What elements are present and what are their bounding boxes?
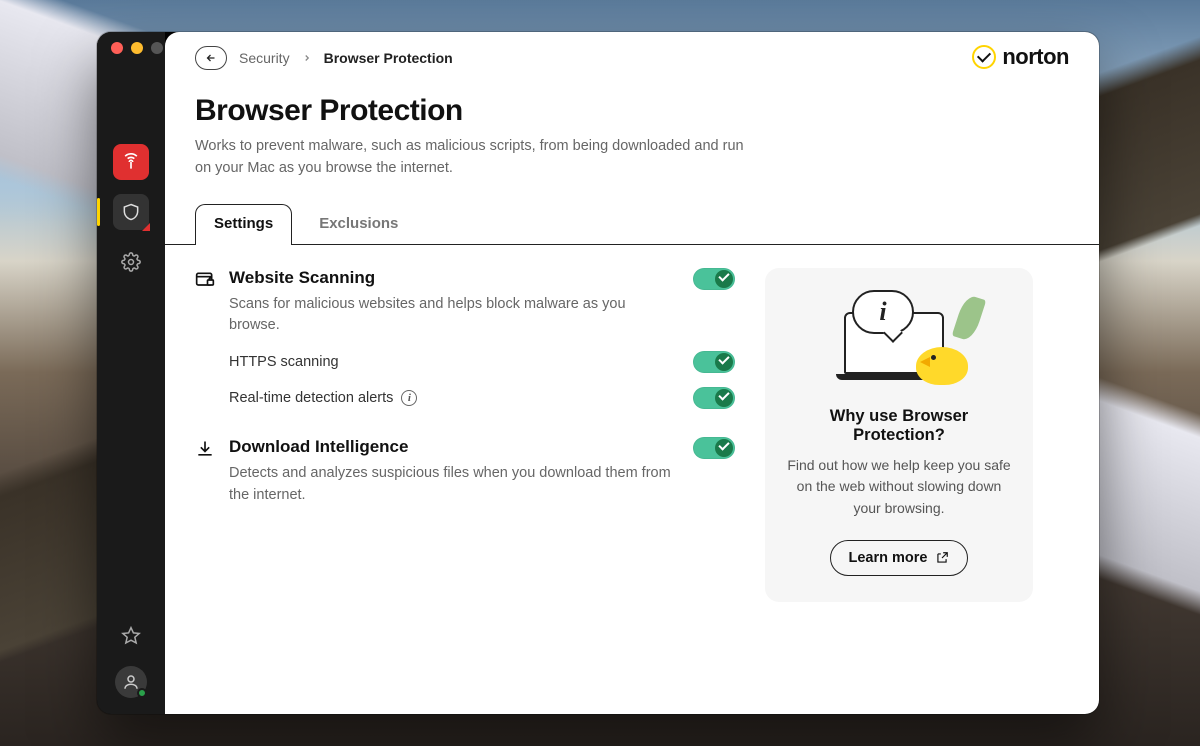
info-icon[interactable]: i xyxy=(401,390,417,406)
page-title: Browser Protection xyxy=(195,94,1069,128)
external-link-icon xyxy=(935,551,949,565)
close-window-button[interactable] xyxy=(111,42,123,54)
sub-setting-realtime: Real-time detection alerts i xyxy=(229,387,735,409)
learn-more-button[interactable]: Learn more xyxy=(830,540,969,576)
window-controls xyxy=(111,42,163,54)
tab-divider xyxy=(165,244,1099,246)
sidebar-item-settings[interactable] xyxy=(113,244,149,280)
gear-icon xyxy=(121,252,141,272)
sidebar-item-alerts[interactable] xyxy=(113,144,149,180)
browser-lock-icon xyxy=(195,270,215,290)
toggle-https-scanning[interactable] xyxy=(693,351,735,373)
tabs: Settings Exclusions xyxy=(165,204,1099,244)
header: Security Browser Protection norton xyxy=(165,32,1099,70)
info-card-text: Find out how we help keep you safe on th… xyxy=(787,455,1011,520)
fullscreen-window-button[interactable] xyxy=(151,42,163,54)
alert-indicator-icon xyxy=(142,223,150,231)
breadcrumb-current: Browser Protection xyxy=(324,50,453,66)
info-illustration: i xyxy=(824,294,974,389)
setting-title: Download Intelligence xyxy=(229,437,679,457)
sub-setting-https: HTTPS scanning xyxy=(229,351,735,373)
breadcrumb: Security Browser Protection xyxy=(195,46,1069,70)
shield-icon xyxy=(121,202,141,222)
user-icon xyxy=(122,673,140,691)
setting-title: Website Scanning xyxy=(229,268,679,288)
learn-more-label: Learn more xyxy=(849,550,928,566)
antenna-icon xyxy=(121,152,141,172)
sidebar-item-security[interactable] xyxy=(113,194,149,230)
back-button[interactable] xyxy=(195,46,227,70)
toggle-realtime-alerts[interactable] xyxy=(693,387,735,409)
settings-panel: Website Scanning Scans for malicious web… xyxy=(195,268,735,685)
tab-exclusions[interactable]: Exclusions xyxy=(300,204,417,244)
info-card: i Why use Browser Protection? Find out h… xyxy=(765,268,1033,602)
setting-download-intelligence: Download Intelligence Detects and analyz… xyxy=(195,437,735,507)
toggle-website-scanning[interactable] xyxy=(693,268,735,290)
status-dot-icon xyxy=(137,688,147,698)
arrow-left-icon xyxy=(204,52,218,64)
toggle-download-intelligence[interactable] xyxy=(693,437,735,459)
brand-logo: norton xyxy=(972,44,1069,70)
app-window: Security Browser Protection norton Brows… xyxy=(97,32,1099,714)
sub-setting-label: Real-time detection alerts xyxy=(229,390,393,406)
download-icon xyxy=(195,439,215,459)
sidebar-item-favorites[interactable] xyxy=(113,618,149,654)
info-card-title: Why use Browser Protection? xyxy=(787,407,1011,445)
account-button[interactable] xyxy=(115,666,147,698)
brand-name: norton xyxy=(1002,44,1069,70)
star-icon xyxy=(121,626,141,646)
chevron-right-icon xyxy=(302,50,312,66)
setting-desc: Scans for malicious websites and helps b… xyxy=(229,294,679,338)
sidebar xyxy=(97,32,165,714)
norton-check-icon xyxy=(972,45,996,69)
setting-desc: Detects and analyzes suspicious files wh… xyxy=(229,463,679,507)
minimize-window-button[interactable] xyxy=(131,42,143,54)
tab-settings[interactable]: Settings xyxy=(195,204,292,244)
setting-website-scanning: Website Scanning Scans for malicious web… xyxy=(195,268,735,410)
breadcrumb-parent[interactable]: Security xyxy=(239,50,290,66)
main-content: Security Browser Protection norton Brows… xyxy=(165,32,1099,714)
sub-setting-label: HTTPS scanning xyxy=(229,354,339,370)
page-description: Works to prevent malware, such as malici… xyxy=(195,136,755,180)
